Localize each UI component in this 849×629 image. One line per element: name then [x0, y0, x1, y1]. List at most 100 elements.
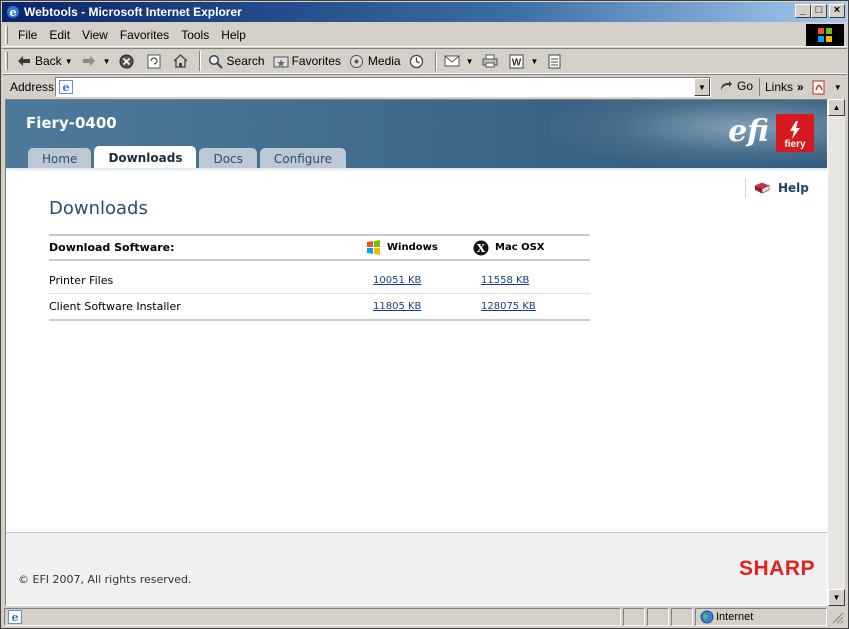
status-panel	[671, 608, 693, 626]
go-label: Go	[737, 79, 754, 93]
minimize-button[interactable]: _	[795, 4, 811, 18]
links-toolbar[interactable]: Links » ▼	[759, 78, 842, 96]
favorites-button[interactable]: Favorites	[269, 50, 345, 72]
scroll-down-icon[interactable]: ▼	[828, 589, 845, 606]
forward-arrow-icon	[81, 53, 97, 69]
links-label: Links	[765, 80, 794, 94]
forward-dropdown-icon[interactable]: ▼	[103, 57, 111, 66]
menu-tools[interactable]: Tools	[175, 28, 215, 42]
standard-toolbar: Back ▼ ▼ Search Favorites Media ▼ W ▼	[2, 48, 847, 74]
svg-text:e: e	[12, 611, 19, 624]
notepad-icon	[546, 53, 562, 69]
back-button[interactable]: Back ▼	[12, 50, 77, 72]
window-title: Webtools - Microsoft Internet Explorer	[24, 5, 242, 19]
toolbar-grip[interactable]	[5, 52, 8, 70]
search-label: Search	[226, 54, 265, 68]
internet-globe-icon	[699, 609, 715, 625]
menu-file[interactable]: File	[12, 28, 43, 42]
toolbar-separator	[198, 51, 201, 71]
edit-dropdown-icon[interactable]: ▼	[531, 57, 539, 66]
menu-edit[interactable]: Edit	[43, 28, 76, 42]
windows-flag-icon	[367, 240, 380, 255]
address-label: Address	[10, 79, 55, 94]
table-row: Client Software Installer 11805 KB 12807…	[49, 294, 590, 321]
menu-bar: File Edit View Favorites Tools Help	[2, 23, 847, 47]
browser-window: e Webtools - Microsoft Internet Explorer…	[0, 0, 849, 629]
maximize-button[interactable]: □	[811, 4, 827, 18]
refresh-button[interactable]	[142, 50, 169, 72]
svg-text:e: e	[63, 81, 70, 94]
menu-view[interactable]: View	[76, 28, 114, 42]
tab-configure[interactable]: Configure	[259, 148, 347, 168]
page-status-icon: e	[7, 609, 23, 625]
status-bar: e Internet	[2, 607, 847, 627]
svg-text:X: X	[477, 242, 486, 255]
row-name: Client Software Installer	[49, 300, 181, 313]
mail-dropdown-icon[interactable]: ▼	[466, 57, 474, 66]
printer-icon	[482, 53, 498, 69]
windows-label: Windows	[387, 242, 438, 253]
tab-downloads[interactable]: Downloads	[94, 146, 197, 168]
home-button[interactable]	[169, 50, 196, 72]
mail-button[interactable]: ▼	[440, 50, 478, 72]
address-dropdown-icon[interactable]: ▼	[694, 78, 710, 96]
back-arrow-icon	[16, 53, 32, 69]
windows-logo-icon	[806, 24, 844, 46]
windows-column-header: Windows	[366, 240, 438, 255]
go-arrow-icon	[718, 78, 734, 94]
acrobat-icon[interactable]	[812, 79, 828, 95]
chevron-right-icon[interactable]: »	[797, 80, 804, 94]
mail-icon	[444, 53, 460, 69]
menu-help[interactable]: Help	[215, 28, 252, 42]
close-button[interactable]: ×	[829, 4, 845, 18]
discuss-button[interactable]	[542, 50, 569, 72]
copyright-text: © EFI 2007, All rights reserved.	[18, 573, 192, 586]
page-footer: © EFI 2007, All rights reserved. SHARP	[6, 532, 827, 605]
edit-word-button[interactable]: W ▼	[505, 50, 543, 72]
media-label: Media	[367, 54, 401, 68]
media-button[interactable]: Media	[345, 50, 405, 72]
toolbar-grip[interactable]	[5, 25, 8, 44]
go-button[interactable]: Go	[718, 78, 753, 94]
forward-button[interactable]: ▼	[77, 50, 115, 72]
history-icon	[409, 53, 425, 69]
table-header-label: Download Software:	[49, 241, 175, 254]
status-text-panel: e	[4, 608, 621, 626]
toolbar-separator	[434, 51, 437, 71]
help-book-icon	[754, 180, 770, 196]
search-icon	[208, 53, 224, 69]
back-dropdown-icon[interactable]: ▼	[65, 57, 73, 66]
search-button[interactable]: Search	[204, 50, 269, 72]
page-viewport: Fiery-0400 efi fiery Home Downloads Docs…	[5, 99, 828, 606]
resize-grip-icon[interactable]	[830, 610, 844, 624]
efi-logo: efi	[728, 114, 769, 149]
word-document-icon: W	[509, 53, 525, 69]
stop-button[interactable]	[115, 50, 142, 72]
lightning-bolt-icon	[790, 121, 800, 139]
fiery-header: Fiery-0400 efi fiery Home Downloads Docs…	[6, 100, 827, 168]
acrobat-dropdown-icon[interactable]: ▼	[834, 83, 842, 92]
help-link[interactable]: Help	[745, 178, 809, 198]
download-windows-link[interactable]: 11805 KB	[373, 301, 421, 312]
links-separator	[759, 78, 760, 96]
favorites-label: Favorites	[291, 54, 341, 68]
status-panel	[623, 608, 645, 626]
header-shadow	[6, 168, 827, 172]
refresh-icon	[146, 53, 162, 69]
status-panel	[647, 608, 669, 626]
help-label: Help	[778, 181, 809, 195]
history-button[interactable]	[405, 50, 432, 72]
menu-favorites[interactable]: Favorites	[114, 28, 175, 42]
tab-docs[interactable]: Docs	[199, 148, 257, 168]
address-input[interactable]: e ▼	[55, 77, 711, 97]
download-mac-link[interactable]: 11558 KB	[481, 275, 529, 286]
print-button[interactable]	[478, 50, 505, 72]
download-mac-link[interactable]: 128075 KB	[481, 301, 536, 312]
tab-home[interactable]: Home	[28, 148, 92, 168]
mac-osx-icon: X	[473, 240, 489, 255]
title-bar: e Webtools - Microsoft Internet Explorer…	[2, 2, 847, 22]
download-windows-link[interactable]: 10051 KB	[373, 275, 421, 286]
scroll-up-icon[interactable]: ▲	[828, 99, 845, 116]
vertical-scrollbar[interactable]: ▲ ▼	[828, 99, 845, 606]
downloads-table: Download Software: Windows X Mac OSX Pri…	[49, 234, 590, 321]
